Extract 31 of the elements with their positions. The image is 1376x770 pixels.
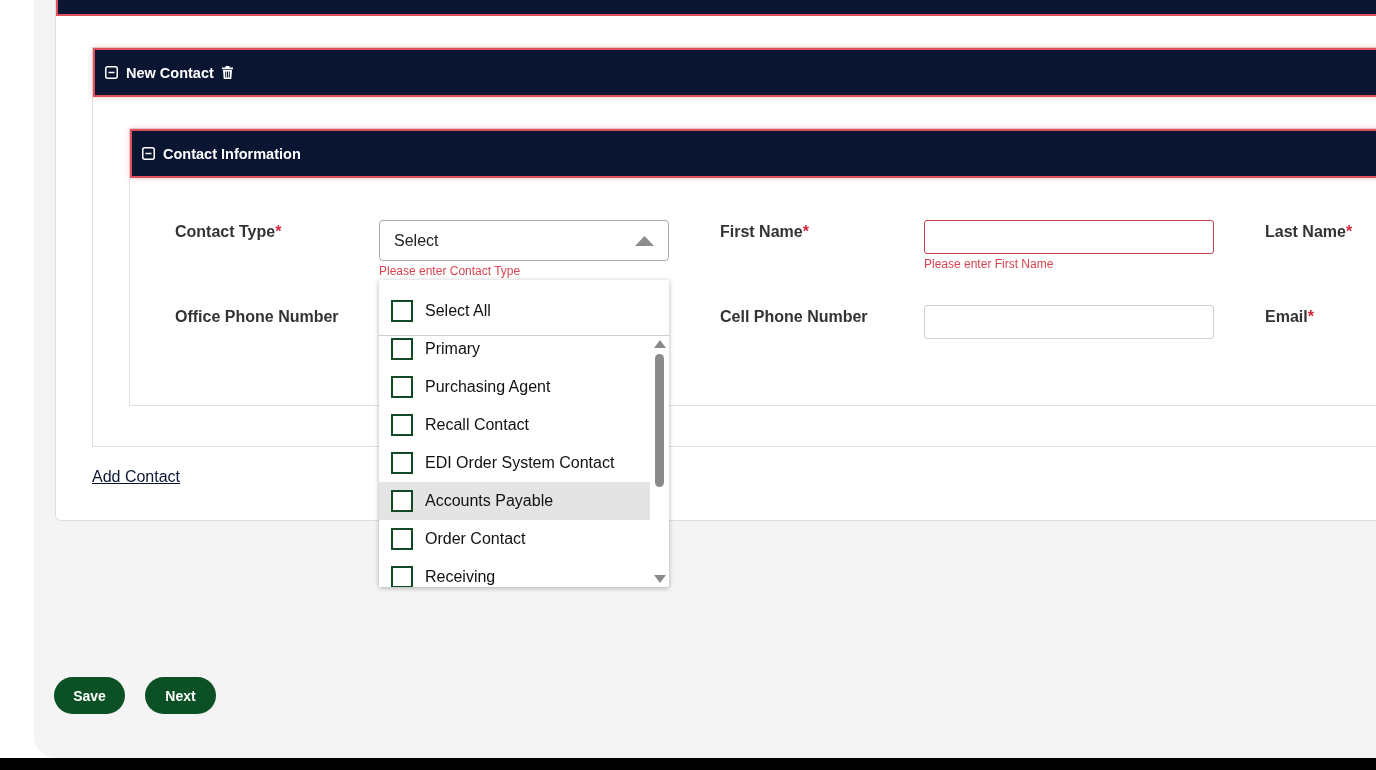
error-message: Please enter Contact Type <box>379 265 522 278</box>
field-label: First Name* <box>720 223 810 241</box>
section-title: New Contact <box>126 64 214 81</box>
field-label: Office Phone Number <box>175 308 340 326</box>
checkbox[interactable] <box>391 376 413 398</box>
error-message: Please enter First Name <box>924 258 1055 271</box>
field-label: Contact Type* <box>175 223 283 241</box>
trash-icon[interactable] <box>221 66 233 79</box>
checkbox[interactable] <box>391 299 413 322</box>
collapse-icon[interactable] <box>142 147 155 160</box>
checkbox[interactable] <box>391 452 413 474</box>
field-label: Email* <box>1265 308 1315 326</box>
checkbox[interactable] <box>391 490 413 512</box>
dropdown-option[interactable]: Receiving <box>379 558 650 587</box>
section-title: Contact Information <box>163 145 301 162</box>
save-button[interactable]: Save <box>54 677 125 714</box>
checkbox[interactable] <box>391 528 413 550</box>
contact-type-select[interactable]: Select <box>379 220 669 261</box>
add-contact-link[interactable]: Add Contact <box>92 468 181 486</box>
checkbox[interactable] <box>391 414 413 436</box>
text-field[interactable] <box>924 220 1214 254</box>
field-label: Cell Phone Number <box>720 308 869 326</box>
scroll-up-icon[interactable] <box>653 340 666 348</box>
checkbox[interactable] <box>391 338 413 360</box>
collapse-icon[interactable] <box>105 66 118 79</box>
field-label: Last Name* <box>1265 223 1354 241</box>
next-button[interactable]: Next <box>145 677 216 714</box>
checkbox[interactable] <box>391 566 413 587</box>
scroll-thumb[interactable] <box>655 354 664 487</box>
dropdown-option[interactable]: Accounts Payable <box>379 482 650 520</box>
scroll-down-icon[interactable] <box>653 575 666 583</box>
